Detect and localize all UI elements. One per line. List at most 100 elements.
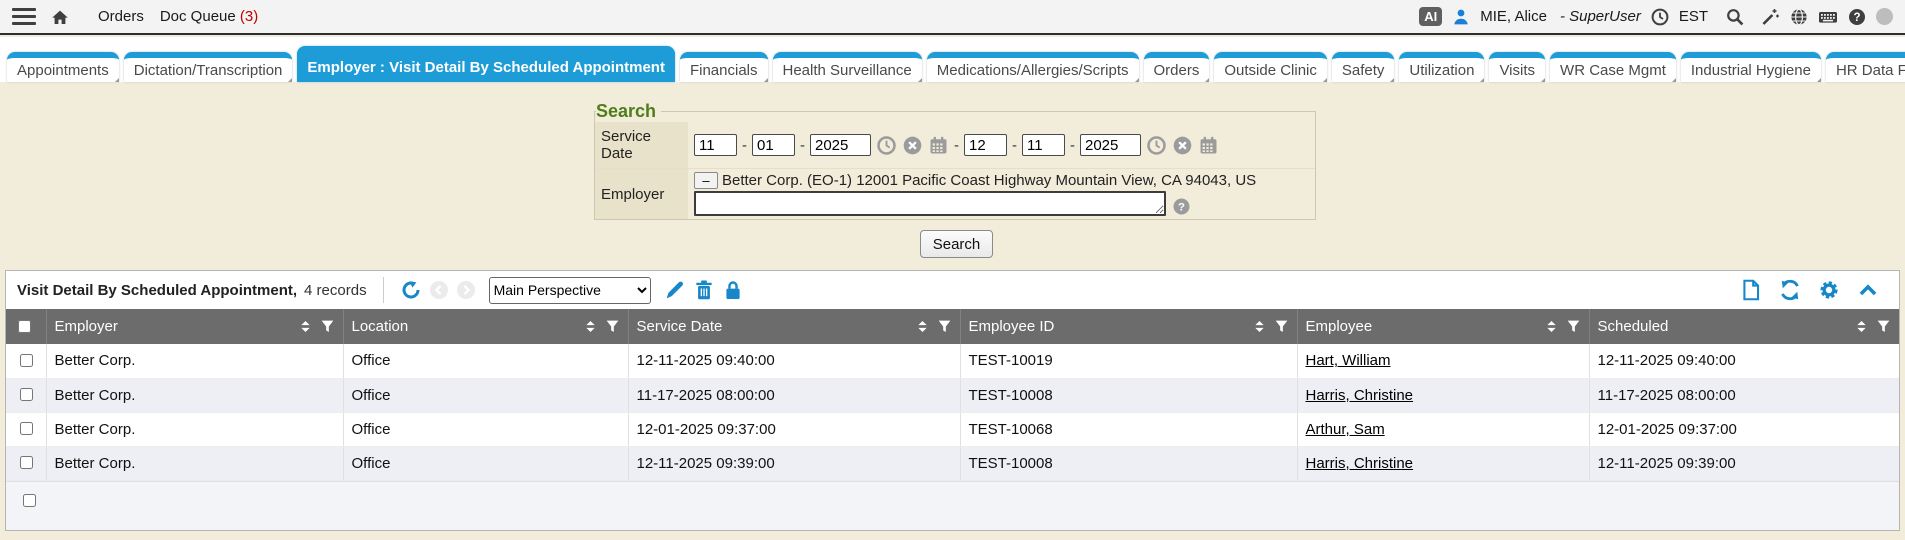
tab-hr-data-feed[interactable]: HR Data Feed: [1826, 52, 1905, 82]
from-year-input[interactable]: [810, 134, 871, 156]
to-day-input[interactable]: [1022, 134, 1065, 156]
filter-icon[interactable]: [1876, 319, 1891, 334]
filter-icon[interactable]: [1274, 319, 1289, 334]
tab-medications-allergies-scripts[interactable]: Medications/Allergies/Scripts: [927, 52, 1139, 82]
next-perspective-icon[interactable]: [456, 280, 476, 300]
employer-search-input[interactable]: [694, 191, 1166, 216]
tab-utilization[interactable]: Utilization: [1399, 52, 1484, 82]
svg-text:?: ?: [1853, 12, 1860, 24]
service-date-field: - - - - -: [688, 122, 1315, 168]
table-row[interactable]: Better Corp. Office 12-01-2025 09:37:00 …: [6, 412, 1899, 446]
to-clear-icon[interactable]: [1172, 135, 1193, 156]
col-employer: Employer: [55, 318, 118, 335]
row-checkbox[interactable]: [20, 422, 33, 435]
edit-icon[interactable]: [664, 279, 686, 301]
employee-link[interactable]: Hart, William: [1306, 352, 1391, 369]
svg-text:?: ?: [1178, 202, 1185, 214]
tab-safety[interactable]: Safety: [1332, 52, 1395, 82]
from-calendar-icon[interactable]: [928, 135, 949, 156]
grid-toolbar-right: [1740, 279, 1888, 301]
search-panel-title: Search: [596, 101, 661, 122]
nav-doc-queue[interactable]: Doc Queue (3): [160, 8, 258, 25]
tab-outside-clinic[interactable]: Outside Clinic: [1214, 52, 1327, 82]
wand-icon[interactable]: [1760, 7, 1780, 27]
grid-toolbar: Visit Detail By Scheduled Appointment, 4…: [6, 271, 1899, 309]
to-month-input[interactable]: [964, 134, 1007, 156]
top-bar: Orders Doc Queue (3) AI MIE, Alice - Sup…: [0, 0, 1905, 35]
row-checkbox[interactable]: [20, 388, 33, 401]
col-location: Location: [352, 318, 409, 335]
sort-icon[interactable]: [1854, 319, 1869, 334]
tab-visits[interactable]: Visits: [1489, 52, 1545, 82]
clock-icon[interactable]: [1650, 7, 1670, 27]
to-time-icon[interactable]: [1146, 135, 1167, 156]
from-clear-icon[interactable]: [902, 135, 923, 156]
sort-icon[interactable]: [583, 319, 598, 334]
user-icon: [1451, 7, 1471, 27]
tab-industrial-hygiene[interactable]: Industrial Hygiene: [1681, 52, 1821, 82]
employer-collapse-button[interactable]: –: [694, 172, 718, 189]
service-date-row: Service Date - - - - -: [595, 122, 1315, 168]
employer-selected-value: Better Corp. (EO-1) 12001 Pacific Coast …: [722, 172, 1256, 189]
sort-icon[interactable]: [1544, 319, 1559, 334]
row-checkbox[interactable]: [20, 354, 33, 367]
nav-orders[interactable]: Orders: [98, 8, 144, 25]
top-bar-right: AI MIE, Alice - SuperUser EST ?: [1419, 7, 1893, 27]
employee-link[interactable]: Harris, Christine: [1306, 387, 1414, 404]
results-table: Employer Location Service Date Employee …: [6, 309, 1899, 481]
filter-icon[interactable]: [605, 319, 620, 334]
tab-health-surveillance[interactable]: Health Surveillance: [773, 52, 922, 82]
employer-help-icon[interactable]: ?: [1172, 197, 1191, 216]
filter-icon[interactable]: [320, 319, 335, 334]
delete-icon[interactable]: [693, 279, 715, 301]
grid-record-count: 4 records: [304, 282, 367, 299]
refresh-icon[interactable]: [1779, 279, 1801, 301]
service-date-label: Service Date: [595, 122, 688, 168]
tab-financials[interactable]: Financials: [680, 52, 768, 82]
tab-orders[interactable]: Orders: [1144, 52, 1210, 82]
tab-wr-case-mgmt[interactable]: WR Case Mgmt: [1550, 52, 1676, 82]
to-calendar-icon[interactable]: [1198, 135, 1219, 156]
menu-icon[interactable]: [12, 8, 36, 25]
search-panel: Search Service Date - - - - - Employer: [594, 101, 1316, 220]
new-document-icon[interactable]: [1740, 279, 1762, 301]
lock-icon[interactable]: [722, 279, 744, 301]
collapse-panel-icon[interactable]: [1857, 279, 1879, 301]
filter-icon[interactable]: [937, 319, 952, 334]
help-icon[interactable]: ?: [1847, 7, 1867, 27]
perspective-select[interactable]: Main Perspective: [489, 277, 651, 304]
table-row[interactable]: Better Corp. Office 12-11-2025 09:39:00 …: [6, 446, 1899, 480]
col-employee: Employee: [1306, 318, 1373, 335]
sort-icon[interactable]: [1252, 319, 1267, 334]
from-time-icon[interactable]: [876, 135, 897, 156]
globe-icon[interactable]: [1789, 7, 1809, 27]
employer-row: Employer – Better Corp. (EO-1) 12001 Pac…: [595, 168, 1315, 219]
table-row[interactable]: Better Corp. Office 11-17-2025 08:00:00 …: [6, 378, 1899, 412]
select-all-checkbox[interactable]: [18, 320, 31, 333]
grid-title: Visit Detail By Scheduled Appointment,: [17, 282, 297, 299]
tab-appointments[interactable]: Appointments: [7, 52, 119, 82]
to-year-input[interactable]: [1080, 134, 1141, 156]
employee-link[interactable]: Harris, Christine: [1306, 455, 1414, 472]
sort-icon[interactable]: [298, 319, 313, 334]
from-month-input[interactable]: [694, 134, 737, 156]
module-tab-bar: Appointments Dictation/Transcription Emp…: [0, 37, 1905, 82]
row-checkbox[interactable]: [20, 456, 33, 469]
undo-icon[interactable]: [400, 279, 422, 301]
keyboard-icon[interactable]: [1818, 7, 1838, 27]
settings-icon[interactable]: [1818, 279, 1840, 301]
filter-icon[interactable]: [1566, 319, 1581, 334]
search-button[interactable]: Search: [920, 230, 993, 258]
ai-badge[interactable]: AI: [1419, 7, 1442, 26]
from-day-input[interactable]: [752, 134, 795, 156]
prev-perspective-icon[interactable]: [429, 280, 449, 300]
search-icon[interactable]: [1725, 7, 1745, 27]
timezone-label: EST: [1679, 8, 1708, 25]
tab-employer-visit-detail[interactable]: Employer : Visit Detail By Scheduled App…: [297, 46, 675, 82]
home-icon[interactable]: [50, 7, 70, 27]
employee-link[interactable]: Arthur, Sam: [1306, 421, 1385, 438]
table-row[interactable]: Better Corp. Office 12-11-2025 09:40:00 …: [6, 344, 1899, 378]
footer-checkbox[interactable]: [23, 494, 36, 507]
sort-icon[interactable]: [915, 319, 930, 334]
tab-dictation-transcription[interactable]: Dictation/Transcription: [124, 52, 293, 82]
